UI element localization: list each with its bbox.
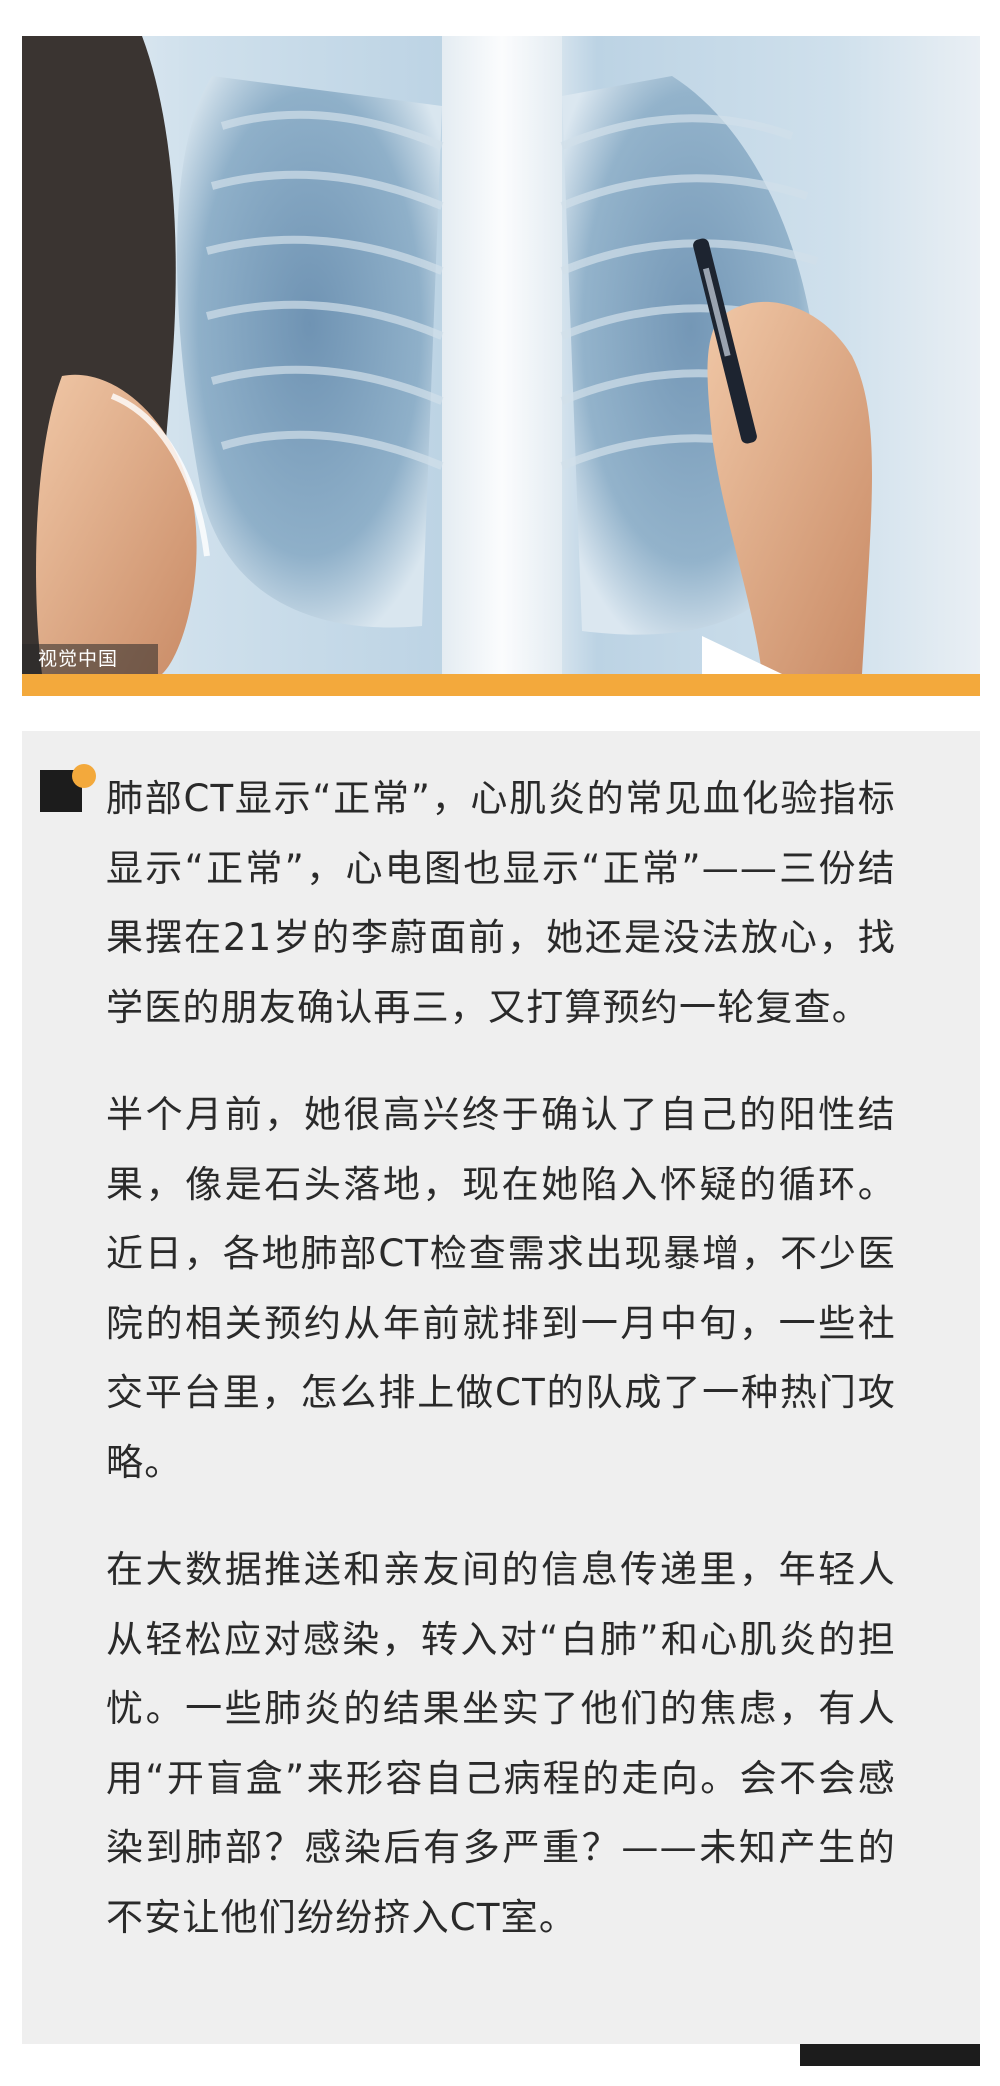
left-lung xyxy=(177,76,442,628)
paragraph: 肺部CT显示“正常”，心肌炎的常见血化验指标显示“正常”，心电图也显示“正常”—… xyxy=(106,777,896,1029)
spine xyxy=(442,36,562,674)
doctor-face xyxy=(36,374,197,674)
paragraph: 半个月前，她很高兴终于确认了自己的阳性结果，像是石头落地，现在她陷入怀疑的循环。… xyxy=(106,1093,896,1484)
hero-image xyxy=(22,36,980,674)
image-credit: 视觉中国 xyxy=(22,644,158,674)
accent-bar xyxy=(22,674,980,696)
quote-dot xyxy=(72,764,96,788)
paragraph: 在大数据推送和亲友间的信息传递里，年轻人从轻松应对感染，转入对“白肺”和心肌炎的… xyxy=(106,1548,896,1939)
xray-illustration xyxy=(22,36,872,674)
article-body: 肺部CT显示“正常”，心肌炎的常见血化验指标显示“正常”，心电图也显示“正常”—… xyxy=(106,764,896,1990)
quote-icon xyxy=(40,764,96,812)
footer-accent-bar xyxy=(800,2044,980,2066)
